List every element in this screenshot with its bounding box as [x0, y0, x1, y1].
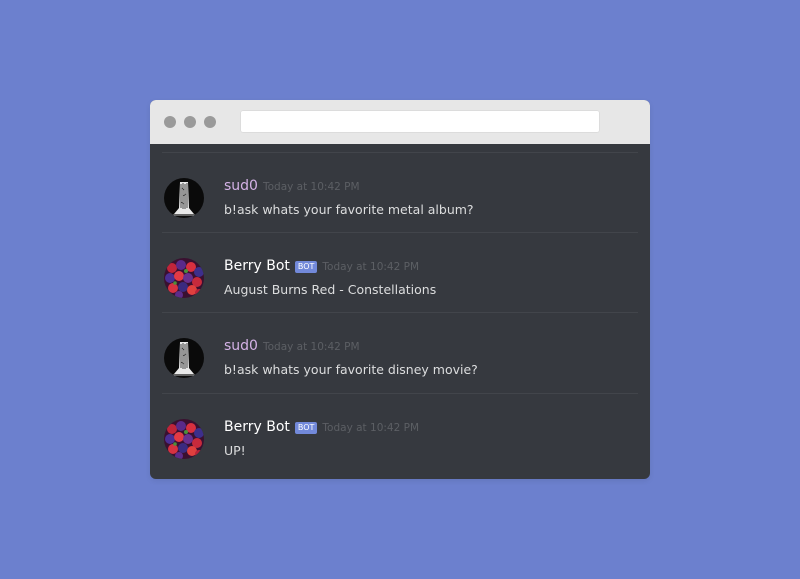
window-titlebar — [150, 100, 650, 144]
chat-message: Berry Bot BOT Today at 10:42 PM UP! — [150, 393, 650, 473]
tree-trunk-avatar-icon[interactable] — [164, 338, 204, 378]
chat-message: sud0 Today at 10:42 PM b!ask whats your … — [150, 312, 650, 392]
message-divider — [162, 393, 638, 394]
window-maximize-dot[interactable] — [204, 116, 216, 128]
window-minimize-dot[interactable] — [184, 116, 196, 128]
bot-badge: BOT — [294, 422, 318, 434]
chat-message-list: sud0 Today at 10:42 PM b!ask whats your … — [150, 144, 650, 479]
message-timestamp: Today at 10:42 PM — [322, 261, 420, 273]
message-content: UP! — [224, 443, 246, 458]
message-username[interactable]: sud0 — [224, 338, 258, 354]
browser-window: sud0 Today at 10:42 PM b!ask whats your … — [150, 100, 650, 479]
address-bar[interactable] — [240, 110, 600, 133]
bot-badge: BOT — [294, 261, 318, 273]
message-divider — [162, 312, 638, 313]
message-divider — [162, 232, 638, 233]
chat-message: Berry Bot BOT Today at 10:42 PM August B… — [150, 232, 650, 312]
message-timestamp: Today at 10:42 PM — [262, 341, 360, 353]
message-content: b!ask whats your favorite metal album? — [224, 202, 474, 217]
berries-avatar-icon[interactable] — [164, 419, 204, 459]
message-divider — [162, 152, 638, 153]
message-timestamp: Today at 10:42 PM — [322, 422, 420, 434]
tree-trunk-avatar-icon[interactable] — [164, 178, 204, 218]
message-timestamp: Today at 10:42 PM — [262, 181, 360, 193]
window-close-dot[interactable] — [164, 116, 176, 128]
berries-avatar-icon[interactable] — [164, 258, 204, 298]
message-content: August Burns Red - Constellations — [224, 282, 437, 297]
chat-message: sud0 Today at 10:42 PM b!ask whats your … — [150, 152, 650, 232]
message-username[interactable]: Berry Bot — [224, 419, 290, 435]
message-username[interactable]: Berry Bot — [224, 258, 290, 274]
message-content: b!ask whats your favorite disney movie? — [224, 362, 478, 377]
message-username[interactable]: sud0 — [224, 178, 258, 194]
